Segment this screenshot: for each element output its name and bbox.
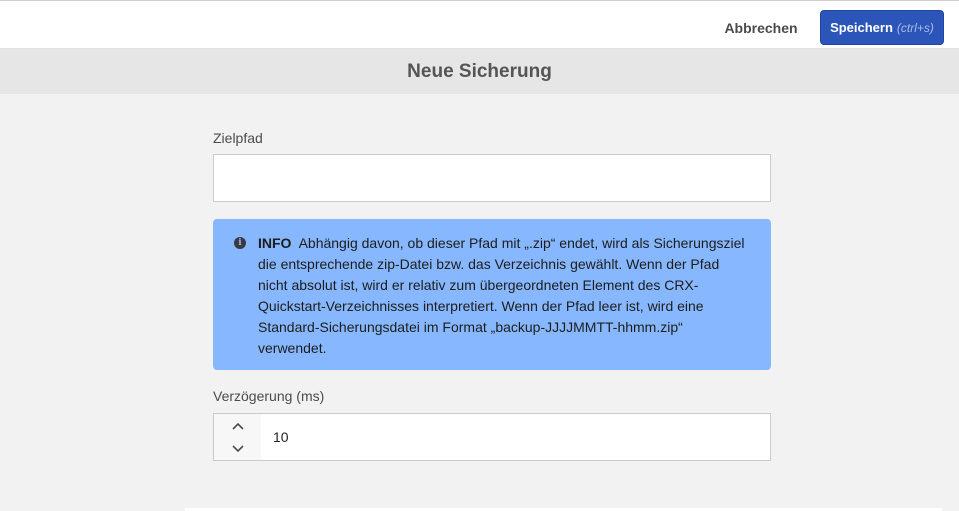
info-text: Abhängig davon, ob dieser Pfad mit „.zip…	[258, 235, 745, 356]
decrement-button[interactable]	[214, 437, 261, 460]
chevron-up-icon	[231, 422, 244, 430]
delay-stepper	[213, 413, 771, 461]
top-toolbar: Abbrechen Speichern (ctrl+s)	[0, 0, 959, 49]
stepper-buttons	[214, 414, 262, 460]
info-title: INFO	[258, 235, 292, 251]
delay-label: Verzögerung (ms)	[213, 388, 325, 404]
info-icon: i	[234, 237, 246, 249]
dialog-title-bar: Neue Sicherung	[0, 49, 959, 94]
page-title: Neue Sicherung	[407, 60, 552, 82]
target-path-input[interactable]	[213, 154, 771, 202]
increment-button[interactable]	[214, 414, 261, 437]
cancel-button[interactable]: Abbrechen	[716, 11, 806, 45]
save-button[interactable]: Speichern (ctrl+s)	[820, 10, 944, 45]
target-path-label: Zielpfad	[213, 130, 263, 146]
save-shortcut-hint: (ctrl+s)	[896, 20, 934, 35]
delay-input[interactable]	[261, 414, 770, 460]
info-alert: i INFO Abhängig davon, ob dieser Pfad mi…	[213, 219, 771, 370]
chevron-down-icon	[231, 444, 244, 452]
save-button-label: Speichern	[830, 20, 893, 35]
